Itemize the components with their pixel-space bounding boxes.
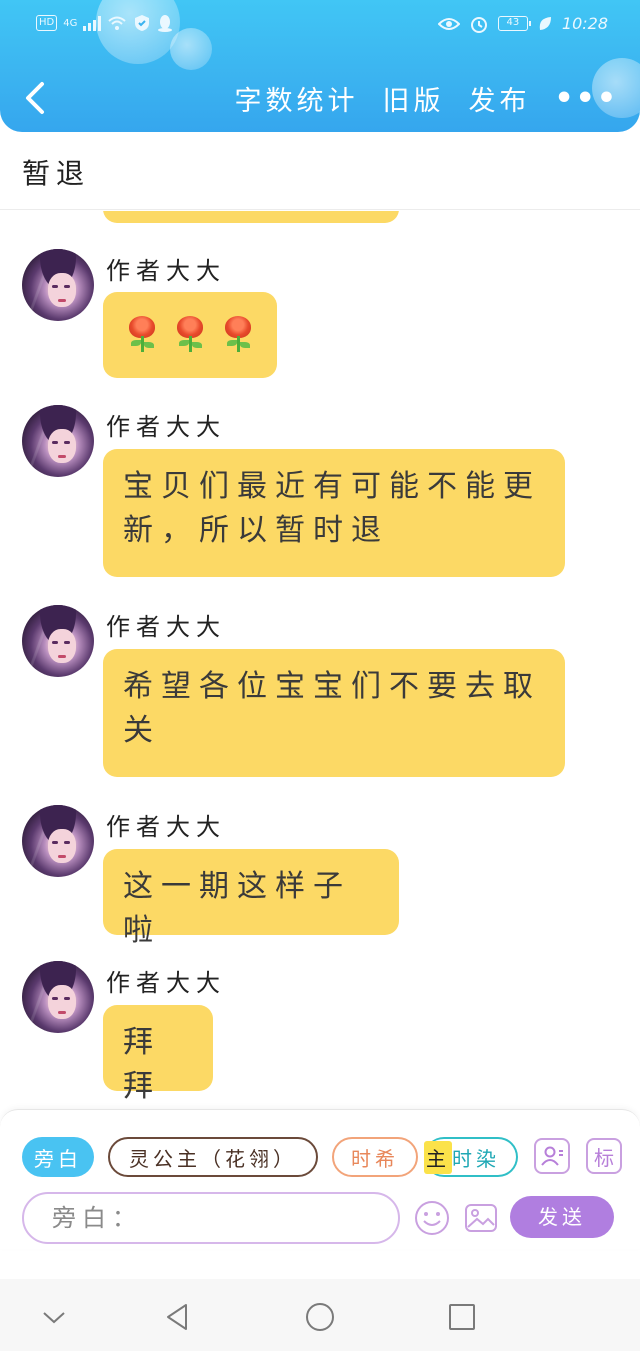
collapse-button[interactable] — [36, 1299, 72, 1335]
smiley-icon — [415, 1201, 449, 1235]
clock-time: 10:28 — [561, 14, 608, 33]
qq-icon — [158, 15, 173, 32]
publish-button[interactable]: 发布 — [468, 79, 530, 118]
message-bubble[interactable]: 希望各位宝宝们不要去取关 — [103, 649, 565, 777]
message-text: 希望各位宝宝们不要去取关 — [123, 669, 541, 748]
wifi-icon — [108, 16, 127, 30]
message-bubble-partial[interactable] — [103, 211, 399, 223]
system-nav-bar — [0, 1279, 640, 1351]
send-button[interactable]: 发送 — [510, 1196, 614, 1238]
square-recents-icon — [449, 1304, 475, 1330]
message-text: 这一期这样子啦 — [123, 869, 351, 948]
message-text: 拜拜 — [123, 1025, 161, 1104]
top-header: HD 4G 43 10:28 字数统计 旧版 发布 ••• — [0, 0, 640, 132]
signal-icon — [83, 15, 102, 31]
emoji-content — [125, 310, 255, 354]
image-icon — [465, 1204, 497, 1232]
chapter-title-row: 暂退 — [0, 132, 640, 210]
home-button[interactable] — [302, 1299, 338, 1335]
header-actions: 字数统计 旧版 发布 ••• — [234, 78, 618, 118]
word-count-button[interactable]: 字数统计 — [234, 79, 358, 118]
triangle-back-icon — [167, 1304, 187, 1330]
circle-home-icon — [306, 1303, 334, 1331]
eye-icon — [437, 17, 460, 30]
battery-icon: 43 — [497, 16, 531, 31]
chevron-down-icon — [43, 1312, 65, 1324]
author-avatar[interactable] — [22, 605, 94, 677]
author-avatar[interactable] — [22, 405, 94, 477]
leaf-icon — [539, 16, 551, 30]
rose-icon — [221, 310, 255, 354]
message-bubble[interactable]: 宝贝们最近有可能不能更新，所以暂时退 — [103, 449, 565, 577]
tag-button[interactable]: 标 — [586, 1138, 622, 1174]
user-card-icon — [541, 1146, 563, 1166]
author-name: 作者大大 — [106, 613, 226, 641]
shield-icon — [135, 15, 150, 31]
rose-icon — [173, 310, 207, 354]
message-input[interactable]: 旁白： — [22, 1192, 400, 1244]
role-chip-highlight: 主 — [424, 1140, 452, 1174]
narration-chip[interactable]: 旁白 — [22, 1137, 94, 1177]
message-bubble[interactable]: 这一期这样子啦 — [103, 849, 399, 948]
emoji-button[interactable] — [414, 1200, 450, 1236]
hd-badge: HD — [36, 15, 58, 31]
rose-icon — [125, 310, 159, 354]
author-name: 作者大大 — [106, 257, 226, 285]
role-chip-shi-xi[interactable]: 时希 — [332, 1137, 418, 1177]
chapter-title[interactable]: 暂退 — [22, 152, 90, 192]
back-button[interactable] — [20, 78, 52, 118]
author-avatar[interactable] — [22, 805, 94, 877]
network-type: 4G — [63, 17, 78, 29]
chevron-left-icon — [26, 82, 44, 114]
message-text: 宝贝们最近有可能不能更新，所以暂时退 — [123, 469, 541, 548]
image-button[interactable] — [463, 1200, 499, 1236]
role-manage-button[interactable] — [534, 1138, 570, 1174]
role-chip-label: 时染 — [452, 1146, 500, 1171]
author-name: 作者大大 — [106, 413, 226, 441]
input-panel: 旁白 灵公主（花翎） 时希 主 时染 标 旁白： 发送 — [0, 1109, 640, 1249]
alarm-icon — [470, 16, 487, 33]
role-chip-ling-princess[interactable]: 灵公主（花翎） — [108, 1137, 318, 1177]
author-avatar[interactable] — [22, 249, 94, 321]
old-version-button[interactable]: 旧版 — [382, 79, 444, 118]
role-chip-shi-ran[interactable]: 主 时染 — [424, 1137, 518, 1177]
message-bubble[interactable]: 拜拜 — [103, 1005, 213, 1104]
chat-area[interactable]: 作者大大 作者大大 宝贝们最近有可能不能更新，所以暂时退 作者大大 希望各位宝宝… — [0, 211, 640, 1109]
message-bubble[interactable] — [103, 292, 277, 378]
status-bar: HD 4G 43 10:28 — [0, 0, 640, 48]
author-name: 作者大大 — [106, 969, 226, 997]
more-menu-button[interactable]: ••• — [554, 81, 618, 116]
author-avatar[interactable] — [22, 961, 94, 1033]
system-back-button[interactable] — [160, 1299, 196, 1335]
author-name: 作者大大 — [106, 813, 226, 841]
recents-button[interactable] — [444, 1299, 480, 1335]
